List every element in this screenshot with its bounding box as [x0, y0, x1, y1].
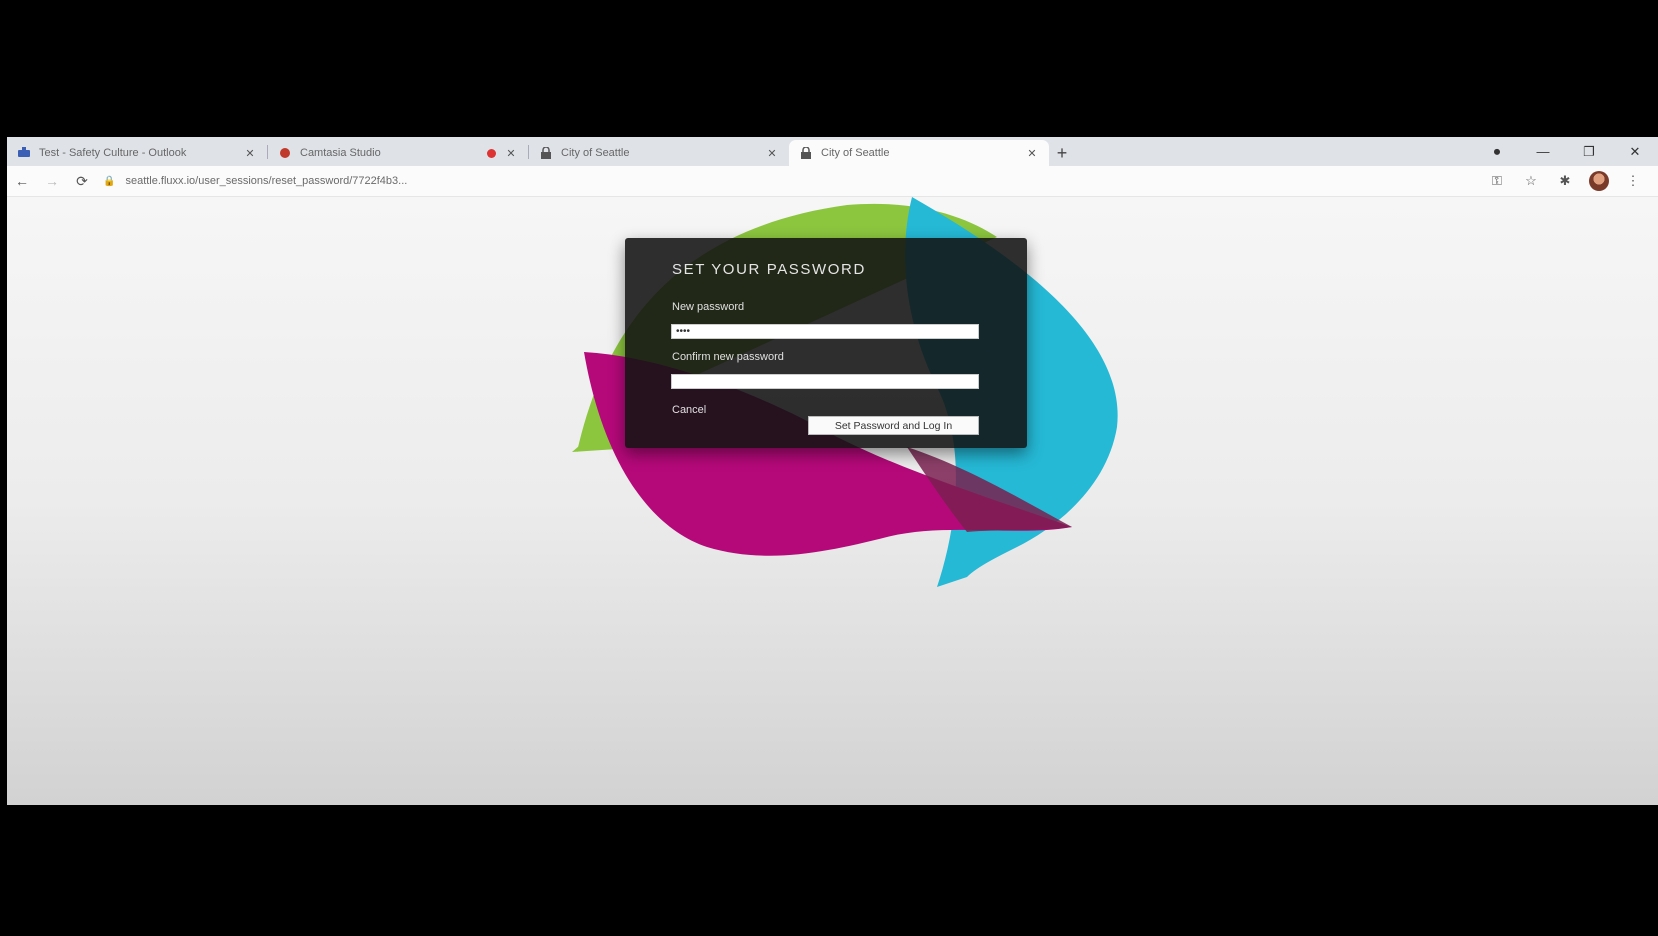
avatar[interactable]: [1589, 171, 1609, 191]
window-controls: ⏺ — ❐ ✕: [1474, 137, 1658, 166]
minimize-button[interactable]: —: [1520, 144, 1566, 159]
extensions-icon[interactable]: ✱: [1548, 173, 1582, 189]
recording-icon: [487, 148, 496, 158]
close-window-button[interactable]: ✕: [1612, 144, 1658, 160]
set-password-card: SET YOUR PASSWORD New password Confirm n…: [625, 238, 1027, 448]
forward-button[interactable]: →: [37, 173, 67, 189]
back-button[interactable]: ←: [7, 173, 37, 189]
confirm-password-field[interactable]: [671, 374, 979, 389]
tab-label: Test - Safety Culture - Outlook: [39, 147, 187, 159]
close-icon[interactable]: ✕: [765, 147, 779, 160]
new-tab-button[interactable]: +: [1049, 140, 1075, 166]
key-icon[interactable]: ⚿: [1480, 173, 1514, 189]
lock-icon: [799, 147, 813, 159]
maximize-button[interactable]: ❐: [1566, 144, 1612, 160]
close-icon[interactable]: ✕: [1025, 147, 1039, 160]
star-icon[interactable]: ☆: [1514, 173, 1548, 189]
form-title: SET YOUR PASSWORD: [672, 261, 866, 278]
toolbar-actions: ⚿ ☆ ✱ ⋮: [1480, 171, 1658, 191]
record-icon[interactable]: ⏺: [1474, 144, 1520, 160]
menu-icon[interactable]: ⋮: [1616, 173, 1650, 189]
tab-label: Camtasia Studio: [300, 147, 381, 159]
url-text: seattle.fluxx.io/user_sessions/reset_pas…: [125, 175, 408, 187]
tab-label: City of Seattle: [821, 147, 890, 159]
video-frame: Test - Safety Culture - Outlook ✕ Camtas…: [0, 0, 1658, 936]
cancel-link[interactable]: Cancel: [672, 404, 706, 416]
tab-city-of-seattle[interactable]: City of Seattle ✕: [529, 140, 789, 166]
page-content: SET YOUR PASSWORD New password Confirm n…: [7, 197, 1658, 805]
browser-window: Test - Safety Culture - Outlook ✕ Camtas…: [7, 137, 1658, 805]
browser-toolbar: ← → ⟳ 🔒 seattle.fluxx.io/user_sessions/r…: [7, 166, 1658, 197]
tab-camtasia[interactable]: Camtasia Studio ✕: [268, 140, 528, 166]
tab-label: City of Seattle: [561, 147, 630, 159]
slack-icon: [17, 147, 31, 159]
new-password-label: New password: [672, 301, 745, 313]
reload-button[interactable]: ⟳: [67, 173, 97, 190]
set-password-button[interactable]: Set Password and Log In: [808, 416, 979, 435]
close-icon[interactable]: ✕: [243, 147, 257, 160]
new-password-field[interactable]: [671, 324, 979, 339]
tab-outlook[interactable]: Test - Safety Culture - Outlook ✕: [7, 140, 267, 166]
close-icon[interactable]: ✕: [504, 147, 518, 160]
tab-city-of-seattle-active[interactable]: City of Seattle ✕: [789, 140, 1049, 166]
confirm-password-label: Confirm new password: [672, 351, 784, 363]
lock-icon: 🔒: [103, 175, 116, 187]
lock-icon: [539, 147, 553, 159]
tab-strip: Test - Safety Culture - Outlook ✕ Camtas…: [7, 137, 1658, 166]
presentation-icon: [278, 147, 292, 159]
address-bar[interactable]: 🔒 seattle.fluxx.io/user_sessions/reset_p…: [103, 170, 1472, 192]
